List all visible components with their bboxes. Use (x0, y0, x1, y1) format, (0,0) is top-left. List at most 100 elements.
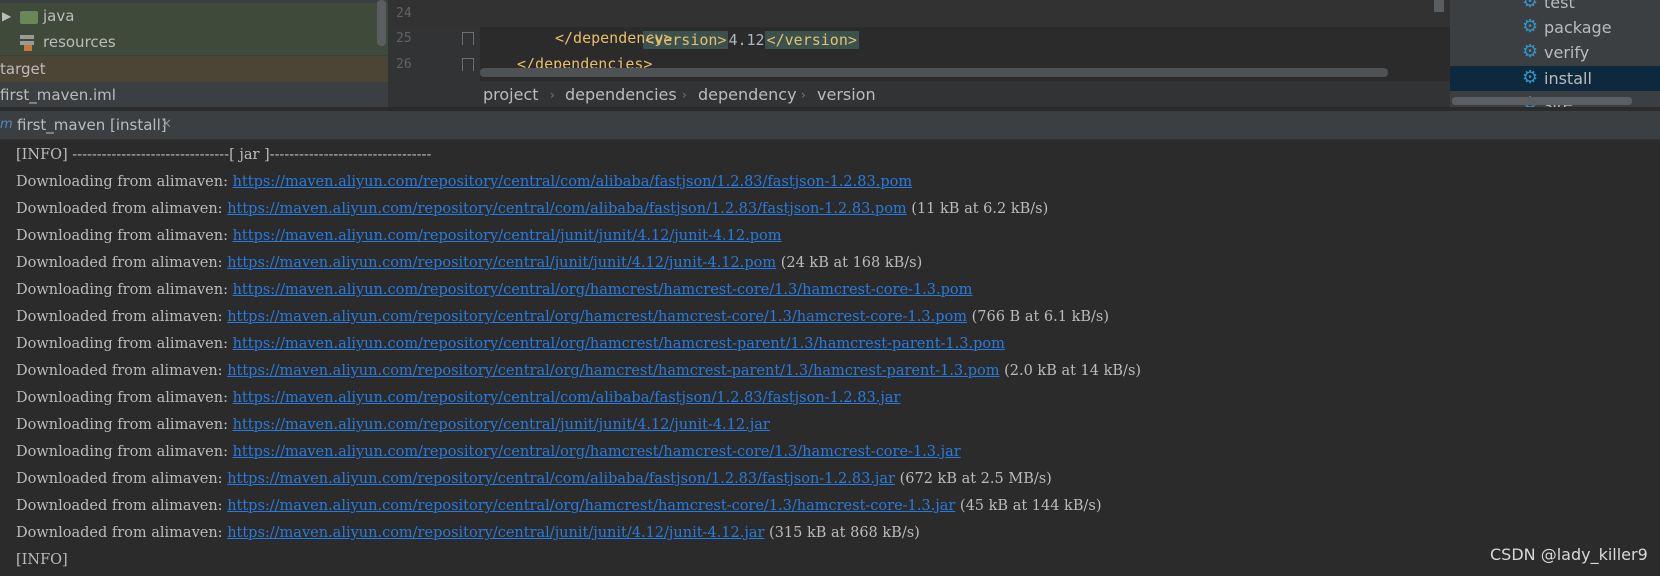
console-text: Downloading from alimaven: (16, 282, 233, 298)
lifecycle-item-package[interactable]: ⚙ package (1450, 15, 1660, 40)
gear-icon: ⚙ (1522, 67, 1539, 88)
console-text: (24 kB at 168 kB/s) (776, 255, 923, 271)
tree-item-label: first_maven.iml (0, 86, 116, 104)
console-line: Downloaded from alimaven: https://maven.… (16, 253, 922, 273)
lifecycle-label: test (1544, 0, 1575, 12)
breadcrumb-separator-icon: › (550, 88, 555, 102)
console-line: Downloaded from alimaven: https://maven.… (16, 469, 1052, 489)
tree-item-resources[interactable]: resources (0, 29, 388, 55)
editor-vertical-scrollbar[interactable] (1434, 0, 1444, 12)
resources-folder-icon (20, 35, 36, 51)
download-link[interactable]: https://maven.aliyun.com/repository/cent… (233, 228, 782, 244)
line-number: 26 (396, 57, 412, 72)
console-text: Downloading from alimaven: (16, 417, 233, 433)
console-text: (2.0 kB at 14 kB/s) (999, 363, 1142, 379)
download-link[interactable]: https://maven.aliyun.com/repository/cent… (227, 525, 764, 541)
console-text: Downloading from alimaven: (16, 336, 233, 352)
breadcrumb-separator-icon: › (801, 88, 806, 102)
download-link[interactable]: https://maven.aliyun.com/repository/cent… (227, 309, 967, 325)
tree-item-java[interactable]: ▶ java (0, 3, 388, 29)
download-link[interactable]: https://maven.aliyun.com/repository/cent… (227, 498, 955, 514)
run-tab-first-maven-install[interactable]: m first_maven [install] ✕ (0, 111, 182, 139)
console-line: Downloading from alimaven: https://maven… (16, 280, 972, 300)
breadcrumb: project › dependencies › dependency › ve… (388, 81, 1450, 107)
console-text: Downloading from alimaven: (16, 390, 233, 406)
gear-icon: ⚙ (1522, 0, 1539, 12)
console-line: Downloaded from alimaven: https://maven.… (16, 496, 1101, 516)
console-line: Downloaded from alimaven: https://maven.… (16, 307, 1109, 327)
run-tool-window-tabs: m first_maven [install] ✕ (0, 111, 1660, 140)
maven-lifecycle-panel: ⚙ test ⚙ package ⚙ verify ⚙ install ⚙ si… (1450, 0, 1660, 107)
tree-item-label: resources (43, 33, 116, 51)
console-text: Downloaded from alimaven: (16, 525, 228, 541)
lifecycle-label: verify (1544, 43, 1590, 62)
console-line: Downloading from alimaven: https://maven… (16, 334, 1005, 354)
download-link[interactable]: https://maven.aliyun.com/repository/cent… (227, 201, 907, 217)
download-link[interactable]: https://maven.aliyun.com/repository/cent… (233, 444, 961, 460)
close-icon[interactable]: ✕ (161, 111, 172, 139)
code-editor[interactable]: 24 <version> 4.12 </version> 25 </dependen… (388, 0, 1450, 107)
line-number: 24 (396, 6, 412, 21)
breadcrumb-separator-icon: › (682, 88, 687, 102)
console-text: (672 kB at 2.5 MB/s) (895, 471, 1052, 487)
console-text: (315 kB at 868 kB/s) (764, 525, 920, 541)
gear-icon: ⚙ (1522, 41, 1539, 62)
console-text: Downloaded from alimaven: (16, 201, 228, 217)
xml-close-tag: </dependency> (555, 29, 673, 47)
lifecycle-label: install (1544, 69, 1592, 88)
watermark: CSDN @lady_killer9 (1490, 545, 1648, 564)
download-link[interactable]: https://maven.aliyun.com/repository/cent… (227, 363, 999, 379)
console-line: [INFO] --------------------------------[… (16, 147, 432, 163)
console-line: Downloaded from alimaven: https://maven.… (16, 361, 1141, 381)
console-text: Downloaded from alimaven: (16, 255, 228, 271)
lifecycle-item-install[interactable]: ⚙ install (1450, 66, 1660, 91)
breadcrumb-item[interactable]: dependencies (565, 82, 677, 107)
console-line: Downloaded from alimaven: https://maven.… (16, 523, 920, 543)
expand-arrow-icon[interactable]: ▶ (2, 3, 11, 29)
run-tab-label: first_maven [install] (17, 116, 167, 134)
download-link[interactable]: https://maven.aliyun.com/repository/cent… (233, 417, 770, 433)
download-link[interactable]: https://maven.aliyun.com/repository/cent… (233, 174, 913, 190)
lifecycle-label: package (1544, 18, 1612, 37)
console-text: (11 kB at 6.2 kB/s) (906, 201, 1049, 217)
editor-horizontal-scrollbar[interactable] (480, 68, 1388, 77)
console-line: [INFO] (16, 552, 68, 568)
console-line: Downloading from alimaven: https://maven… (16, 172, 912, 192)
code-line[interactable]: 25 </dependency> (388, 25, 1450, 52)
breadcrumb-item[interactable]: dependency (698, 82, 797, 107)
console-text: Downloading from alimaven: (16, 444, 233, 460)
maven-icon: m (0, 117, 13, 132)
console-line: Downloading from alimaven: https://maven… (16, 442, 961, 462)
lifecycle-item-test[interactable]: ⚙ test (1450, 0, 1660, 15)
code-line[interactable]: 24 <version> 4.12 </version> (388, 0, 1450, 49)
download-link[interactable]: https://maven.aliyun.com/repository/cent… (233, 282, 973, 298)
breadcrumb-item[interactable]: project (483, 82, 539, 107)
fold-marker-icon[interactable] (462, 58, 474, 71)
console-line: Downloading from alimaven: https://maven… (16, 415, 770, 435)
tree-item-iml[interactable]: first_maven.iml (0, 82, 388, 107)
tree-item-label: java (43, 7, 75, 25)
console-text: (45 kB at 144 kB/s) (955, 498, 1102, 514)
tree-item-target[interactable]: target (0, 56, 388, 82)
folder-icon (20, 11, 38, 24)
console-text: Downloaded from alimaven: (16, 309, 228, 325)
fold-marker-icon[interactable] (462, 32, 474, 45)
console-line: Downloading from alimaven: https://maven… (16, 226, 782, 246)
line-number: 25 (396, 31, 412, 46)
breadcrumb-item[interactable]: version (817, 82, 876, 107)
project-tree: ▶ java resources target first_maven.iml (0, 0, 388, 107)
console-text: (766 B at 6.1 kB/s) (967, 309, 1109, 325)
console-text: Downloaded from alimaven: (16, 498, 228, 514)
tree-item-label: target (0, 60, 46, 78)
lifecycle-item-verify[interactable]: ⚙ verify (1450, 40, 1660, 65)
maven-panel-scrollbar[interactable] (1452, 97, 1632, 105)
download-link[interactable]: https://maven.aliyun.com/repository/cent… (227, 471, 895, 487)
download-link[interactable]: https://maven.aliyun.com/repository/cent… (227, 255, 776, 271)
download-link[interactable]: https://maven.aliyun.com/repository/cent… (233, 336, 1005, 352)
tree-scrollbar[interactable] (377, 0, 386, 46)
console-line: Downloaded from alimaven: https://maven.… (16, 199, 1048, 219)
gear-icon: ⚙ (1522, 16, 1539, 37)
run-console[interactable]: [INFO] --------------------------------[… (0, 140, 1660, 576)
download-link[interactable]: https://maven.aliyun.com/repository/cent… (233, 390, 901, 406)
console-line: Downloading from alimaven: https://maven… (16, 388, 900, 408)
